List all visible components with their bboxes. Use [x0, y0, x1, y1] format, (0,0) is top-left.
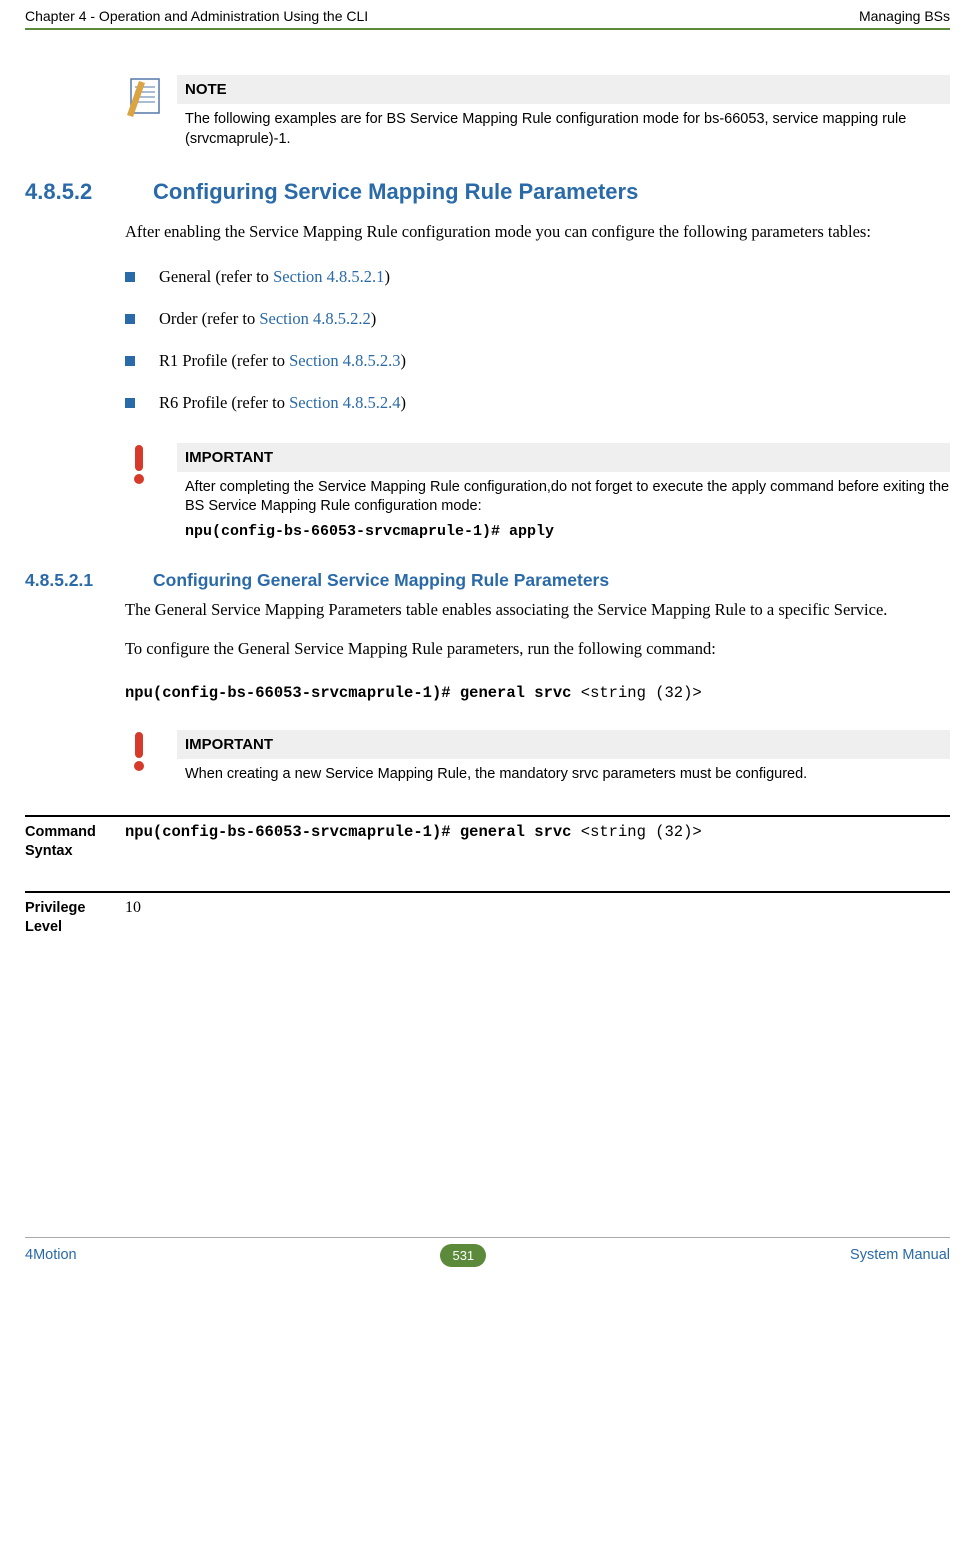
heading-number: 4.8.5.2 — [25, 179, 153, 205]
heading-title: Configuring General Service Mapping Rule… — [153, 570, 609, 591]
def-value-command-syntax: npu(config-bs-66053-srvcmaprule-1)# gene… — [125, 823, 702, 861]
command-line: npu(config-bs-66053-srvcmaprule-1)# gene… — [125, 684, 950, 702]
header-chapter: Chapter 4 - Operation and Administration… — [25, 8, 368, 24]
header-section: Managing BSs — [859, 8, 950, 24]
list-item-prefix: R1 Profile (refer to — [159, 351, 289, 370]
body-paragraph: To configure the General Service Mapping… — [125, 636, 950, 662]
command-bold: npu(config-bs-66053-srvcmaprule-1)# gene… — [125, 684, 581, 702]
bullet-icon — [125, 356, 135, 366]
important-text: When creating a new Service Mapping Rule… — [185, 765, 950, 785]
def-label-privilege-level: Privilege Level — [25, 899, 125, 937]
command-arg: <string (32)> — [581, 684, 702, 702]
bullet-icon — [125, 398, 135, 408]
note-title: NOTE — [177, 75, 950, 104]
intro-paragraph: After enabling the Service Mapping Rule … — [125, 219, 950, 245]
important-text: After completing the Service Mapping Rul… — [185, 478, 950, 517]
section-link[interactable]: Section 4.8.5.2.3 — [289, 351, 400, 370]
separator-rule — [25, 815, 950, 818]
list-item: R1 Profile (refer to Section 4.8.5.2.3) — [125, 351, 950, 371]
section-link[interactable]: Section 4.8.5.2.1 — [273, 267, 384, 286]
heading-number: 4.8.5.2.1 — [25, 570, 153, 591]
command-syntax-block: Command Syntax npu(config-bs-66053-srvcm… — [25, 815, 950, 861]
list-item-suffix: ) — [371, 309, 377, 328]
note-icon — [125, 75, 185, 149]
list-item-prefix: General (refer to — [159, 267, 273, 286]
list-item-suffix: ) — [401, 393, 407, 412]
bullet-list: General (refer to Section 4.8.5.2.1) Ord… — [125, 267, 950, 413]
note-text: The following examples are for BS Servic… — [185, 110, 950, 149]
important-icon — [125, 730, 185, 785]
page-number: 531 — [440, 1244, 486, 1267]
header-rule — [25, 28, 950, 30]
privilege-level-block: Privilege Level 10 — [25, 891, 950, 937]
list-item-prefix: R6 Profile (refer to — [159, 393, 289, 412]
section-link[interactable]: Section 4.8.5.2.4 — [289, 393, 400, 412]
list-item-prefix: Order (refer to — [159, 309, 259, 328]
heading-4-8-5-2: 4.8.5.2 Configuring Service Mapping Rule… — [25, 179, 950, 205]
list-item: General (refer to Section 4.8.5.2.1) — [125, 267, 950, 287]
section-link[interactable]: Section 4.8.5.2.2 — [259, 309, 370, 328]
bullet-icon — [125, 314, 135, 324]
page-header: Chapter 4 - Operation and Administration… — [25, 0, 950, 28]
list-item: R6 Profile (refer to Section 4.8.5.2.4) — [125, 393, 950, 413]
list-item-suffix: ) — [384, 267, 390, 286]
important-command: npu(config-bs-66053-srvcmaprule-1)# appl… — [185, 523, 950, 540]
list-item: Order (refer to Section 4.8.5.2.2) — [125, 309, 950, 329]
def-value-privilege-level: 10 — [125, 899, 141, 937]
heading-4-8-5-2-1: 4.8.5.2.1 Configuring General Service Ma… — [25, 570, 950, 591]
footer-product: 4Motion — [25, 1247, 77, 1263]
list-item-suffix: ) — [401, 351, 407, 370]
important-title: IMPORTANT — [177, 443, 950, 472]
important-icon — [125, 443, 185, 540]
bullet-icon — [125, 272, 135, 282]
heading-title: Configuring Service Mapping Rule Paramet… — [153, 179, 638, 205]
important-block: IMPORTANT When creating a new Service Ma… — [125, 730, 950, 785]
separator-rule — [25, 891, 950, 894]
important-block: IMPORTANT After completing the Service M… — [125, 443, 950, 540]
important-title: IMPORTANT — [177, 730, 950, 759]
body-paragraph: The General Service Mapping Parameters t… — [125, 597, 950, 623]
page-footer: 4Motion 531 System Manual — [25, 1238, 950, 1281]
def-label-command-syntax: Command Syntax — [25, 823, 125, 861]
footer-manual-link[interactable]: System Manual — [850, 1247, 950, 1263]
note-block: NOTE The following examples are for BS S… — [125, 75, 950, 149]
